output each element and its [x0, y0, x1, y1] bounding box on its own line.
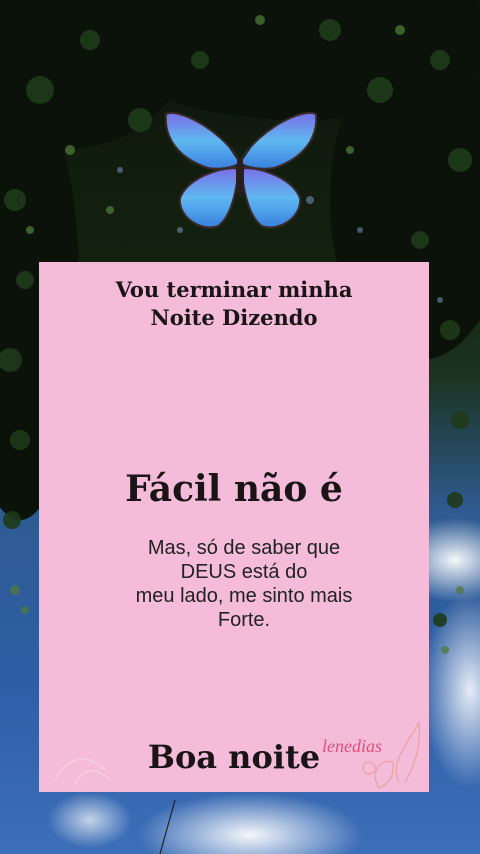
signature: lenedias	[322, 736, 382, 756]
title-line-1: Vou terminar minha	[115, 277, 353, 302]
card-heading: Fácil não é	[125, 468, 343, 510]
body-line-1: Mas, só de saber que	[147, 537, 341, 559]
butterfly-icon	[164, 111, 318, 229]
title-line-2: Noite Dizendo	[150, 305, 318, 330]
quote-card: Vou terminar minha Noite Dizendo Fácil n…	[39, 262, 429, 792]
body-line-2: DEUS está do	[180, 561, 308, 583]
card-title: Vou terminar minha Noite Dizendo	[39, 276, 429, 332]
body-line-3: meu lado, me sinto mais	[135, 585, 353, 607]
body-line-4: Forte.	[217, 609, 271, 631]
card-body: Mas, só de saber que DEUS está do meu la…	[99, 536, 389, 632]
